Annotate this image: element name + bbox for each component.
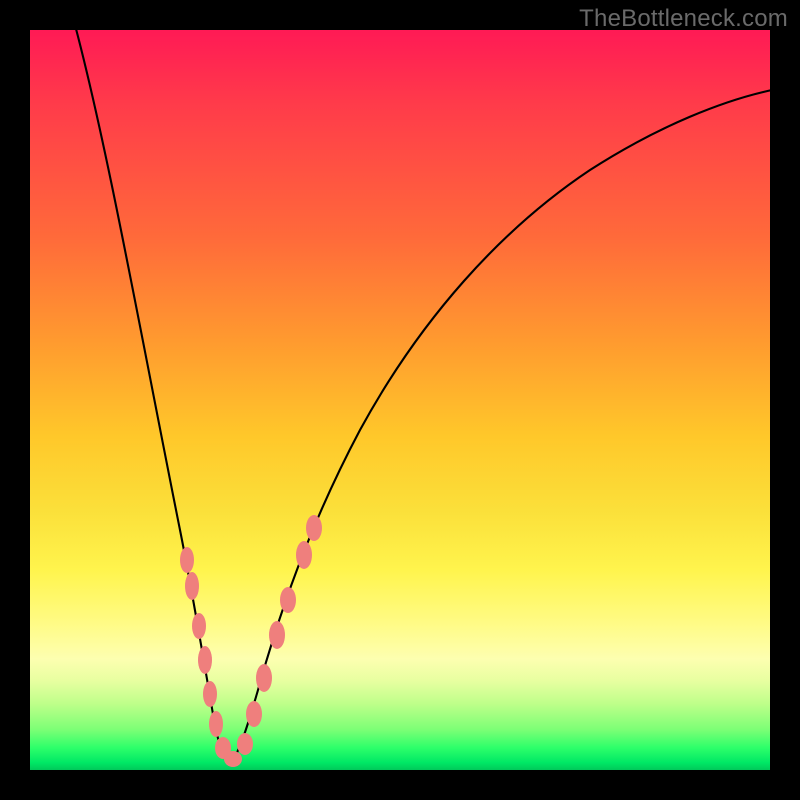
- bead: [280, 587, 296, 613]
- bead: [180, 547, 194, 573]
- bead: [246, 701, 262, 727]
- watermark-text: TheBottleneck.com: [579, 5, 788, 33]
- bottleneck-curve: [75, 25, 772, 762]
- bead: [198, 646, 212, 674]
- bead: [203, 681, 217, 707]
- bead: [209, 711, 223, 737]
- bead: [185, 572, 199, 600]
- plot-area: [30, 30, 770, 770]
- bead: [296, 541, 312, 569]
- chart-frame: TheBottleneck.com: [0, 0, 800, 800]
- bead: [224, 751, 242, 767]
- bead: [192, 613, 206, 639]
- bead: [237, 733, 253, 755]
- bead: [256, 664, 272, 692]
- curve-layer: [30, 30, 770, 770]
- bead: [306, 515, 322, 541]
- bead: [269, 621, 285, 649]
